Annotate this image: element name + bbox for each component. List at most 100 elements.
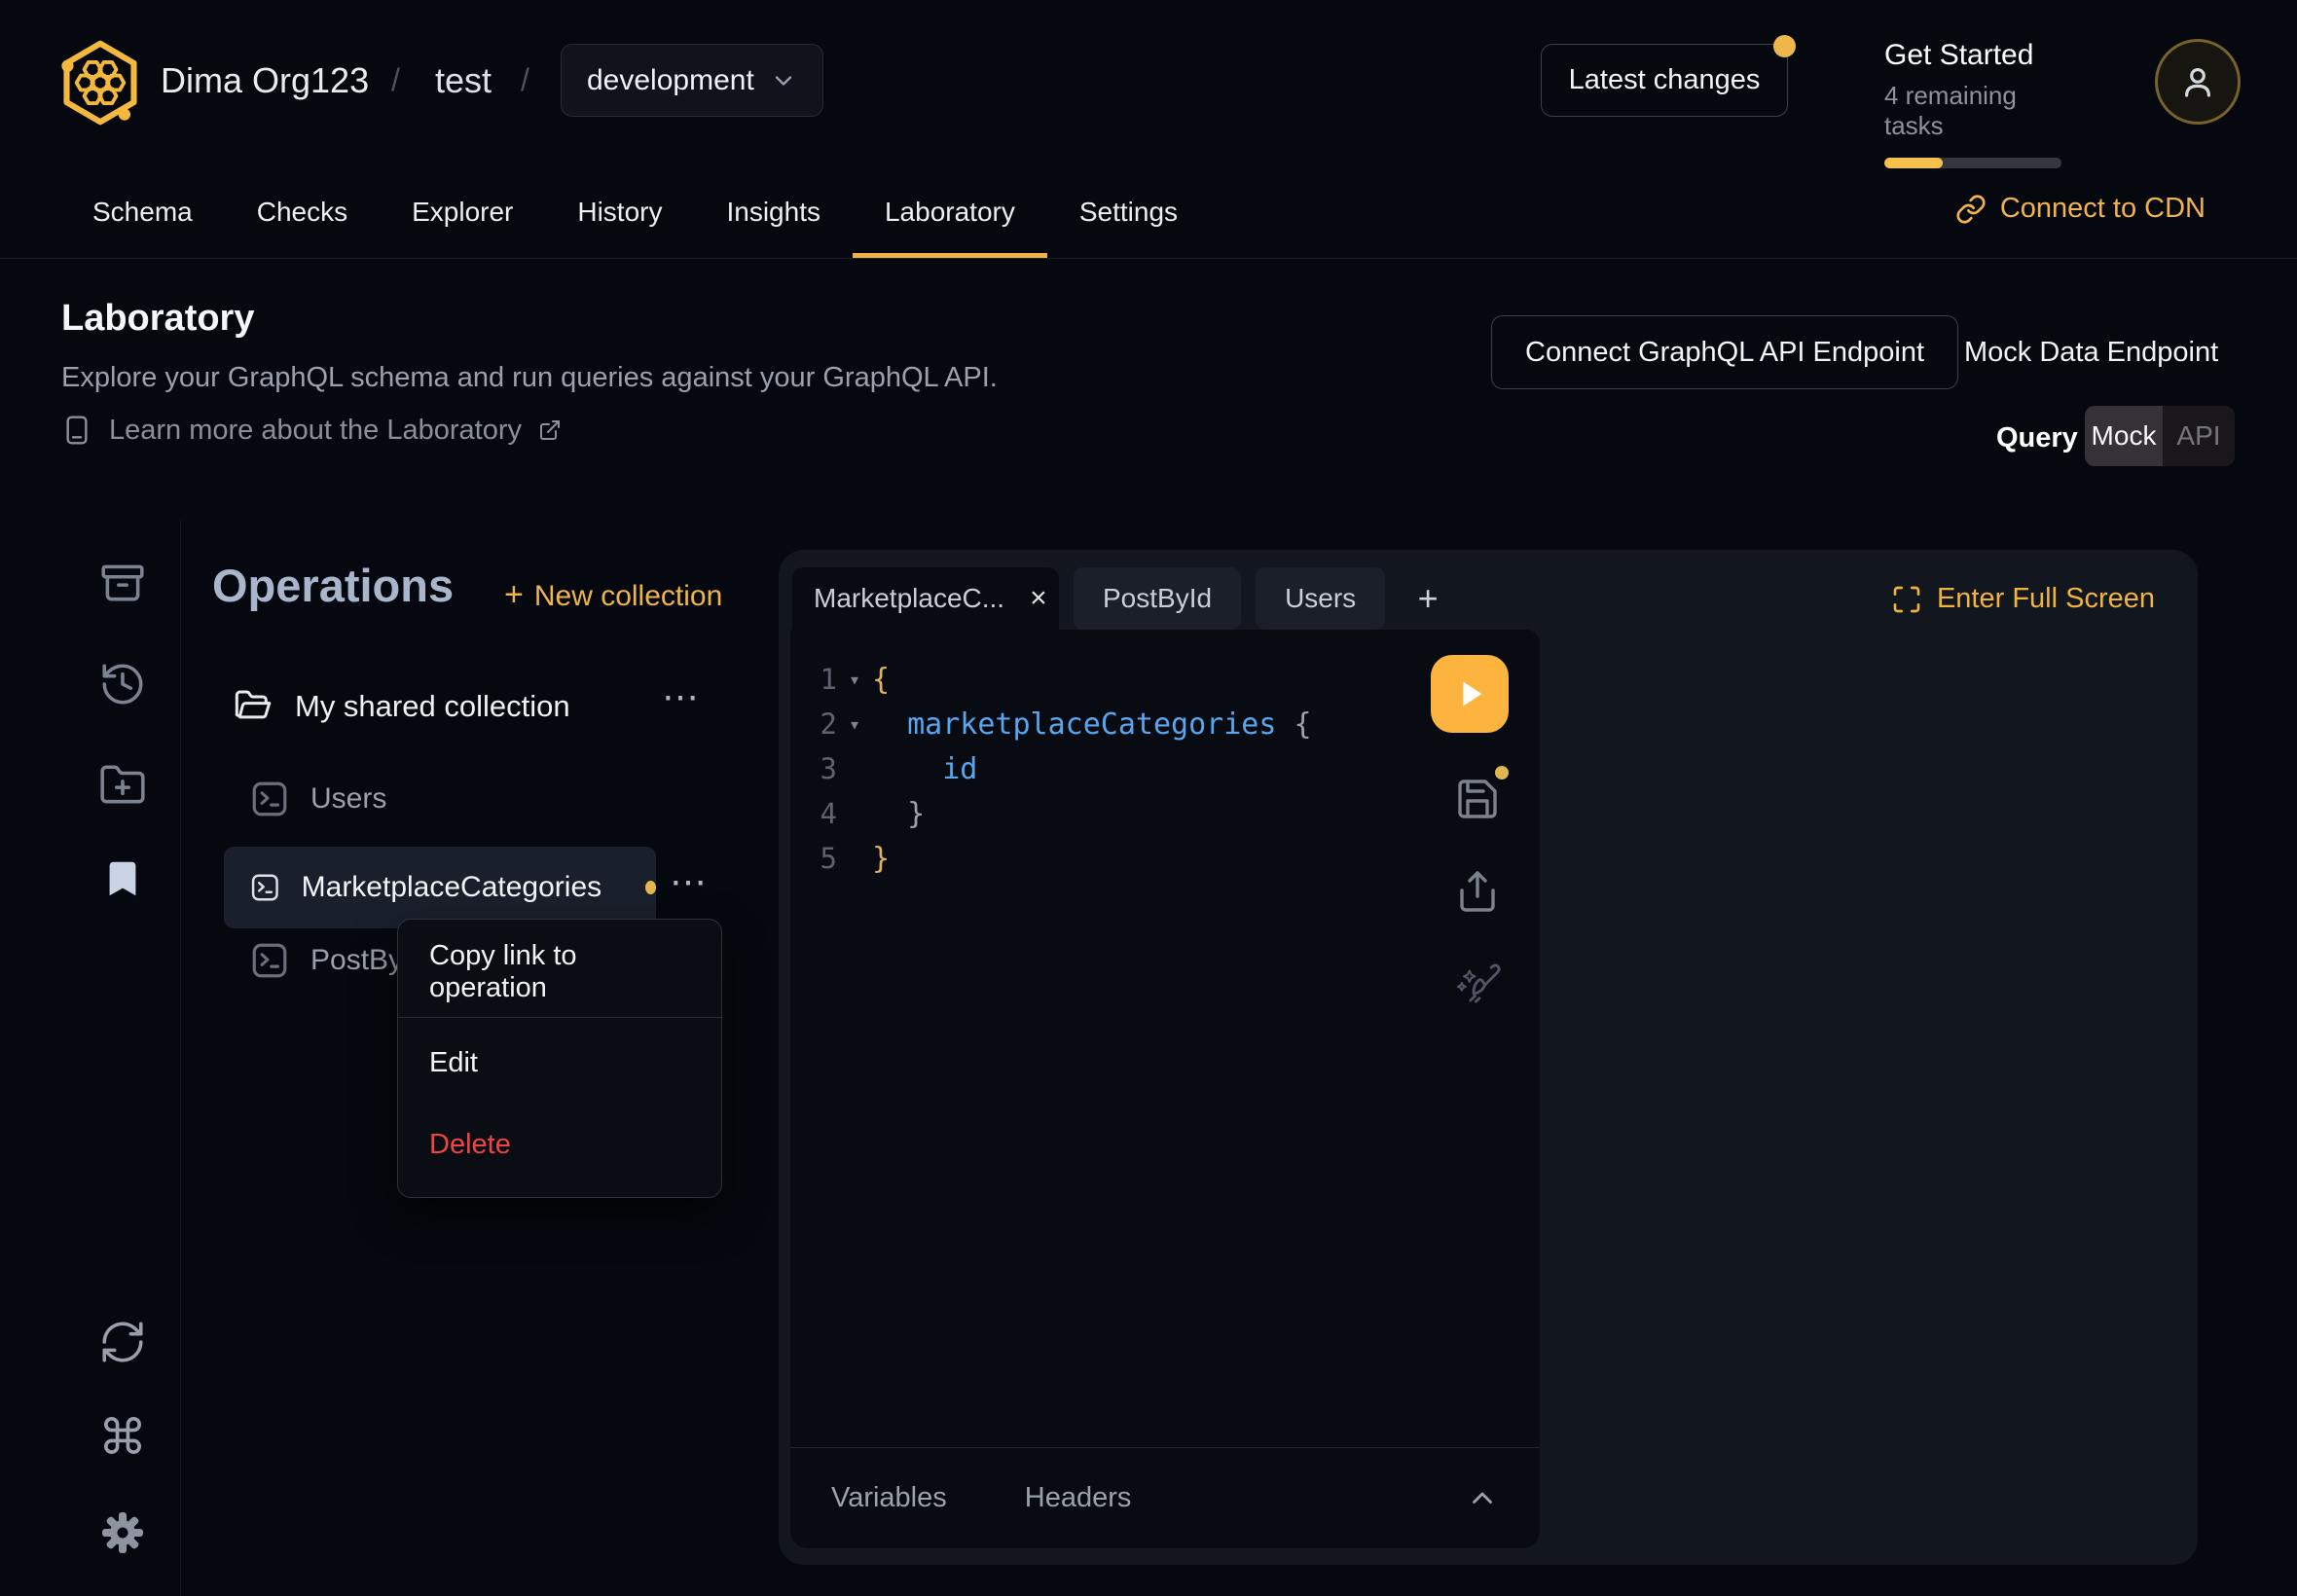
operation-overflow-menu[interactable]: ⋯: [670, 860, 710, 904]
broom-sparkles-icon: [1454, 957, 1507, 1009]
code-line: 3 id: [790, 746, 1540, 791]
code-area[interactable]: 1 ▾ { 2 ▾ marketplaceCategories { 3 id 4…: [790, 630, 1540, 881]
line-number: 1: [790, 663, 837, 696]
query-mode-api[interactable]: API: [2163, 406, 2235, 466]
latest-changes-label: Latest changes: [1569, 64, 1761, 96]
save-operation-button[interactable]: [1454, 776, 1501, 822]
plus-icon: +: [504, 576, 524, 614]
link-icon: [1955, 194, 1987, 225]
tab-settings[interactable]: Settings: [1047, 165, 1210, 258]
editor-tab-postbyid[interactable]: PostById: [1074, 567, 1241, 630]
terminal-square-icon: [249, 940, 290, 981]
enter-fullscreen-button[interactable]: Enter Full Screen: [1891, 583, 2155, 615]
get-started-subtitle: 4 remaining tasks: [1884, 81, 2069, 141]
menu-item-edit[interactable]: Edit: [398, 1022, 721, 1104]
fold-marker-icon[interactable]: ▾: [837, 668, 872, 691]
close-icon[interactable]: ×: [1030, 582, 1047, 615]
operation-item-marketplacecategories[interactable]: MarketplaceCategories: [224, 847, 656, 928]
code-token: }: [872, 797, 925, 831]
folder-open-icon: [232, 687, 274, 726]
fold-marker-icon[interactable]: ▾: [837, 712, 872, 736]
chevron-up-icon: [1466, 1482, 1499, 1515]
tab-schema[interactable]: Schema: [60, 165, 225, 258]
app-header: Dima Org123 / test / development Latest …: [0, 0, 2297, 165]
history-icon[interactable]: [96, 658, 149, 710]
operation-name: MarketplaceCategories: [302, 871, 602, 904]
line-number: 4: [790, 797, 837, 830]
mock-endpoint-button[interactable]: Mock Data Endpoint: [1964, 315, 2218, 389]
query-mode-mock[interactable]: Mock: [2085, 406, 2163, 466]
schema-archive-icon[interactable]: [96, 557, 149, 609]
breadcrumb-separator: /: [521, 62, 529, 98]
code-line: 2 ▾ marketplaceCategories {: [790, 702, 1540, 746]
variables-tab[interactable]: Variables: [831, 1482, 947, 1514]
laboratory-panel: MarketplaceC... × PostById Users + Enter…: [779, 550, 2198, 1565]
code-token: }: [872, 842, 890, 876]
breadcrumb-project[interactable]: test: [435, 60, 492, 101]
primary-nav: Schema Checks Explorer History Insights …: [0, 165, 2297, 259]
bookmark-collections-icon[interactable]: [96, 852, 149, 905]
breadcrumb-org[interactable]: Dima Org123: [161, 60, 369, 101]
tab-history[interactable]: History: [545, 165, 694, 258]
connect-to-cdn-link[interactable]: Connect to CDN: [1955, 193, 2206, 225]
headers-tab[interactable]: Headers: [1025, 1482, 1132, 1514]
tab-label: History: [577, 197, 662, 228]
folder-plus-icon[interactable]: [96, 759, 149, 812]
page-description: Explore your GraphQL schema and run quer…: [61, 362, 998, 394]
connect-endpoint-button[interactable]: Connect GraphQL API Endpoint: [1491, 315, 1958, 389]
upload-share-icon: [1454, 869, 1501, 916]
latest-changes-button[interactable]: Latest changes: [1541, 44, 1788, 117]
tab-label: Checks: [257, 197, 347, 228]
get-started-widget[interactable]: Get Started 4 remaining tasks: [1884, 39, 2069, 168]
code-line: 1 ▾ {: [790, 657, 1540, 702]
new-tab-button[interactable]: +: [1400, 567, 1456, 630]
terminal-square-icon: [249, 867, 281, 908]
target-selector-dropdown[interactable]: development: [561, 44, 823, 117]
enter-fullscreen-label: Enter Full Screen: [1937, 583, 2155, 615]
menu-item-copy-link[interactable]: Copy link to operation: [398, 931, 721, 1013]
tab-label: Settings: [1079, 197, 1178, 228]
play-icon: [1450, 674, 1489, 713]
collection-overflow-menu[interactable]: ⋯: [662, 675, 702, 719]
code-token: id: [872, 752, 977, 786]
tab-label: Explorer: [412, 197, 513, 228]
share-operation-button[interactable]: [1454, 869, 1501, 916]
person-icon: [2177, 61, 2218, 102]
query-mode-toggle[interactable]: Mock API: [2085, 406, 2235, 466]
run-query-button[interactable]: [1431, 655, 1509, 733]
code-token: {: [1276, 707, 1311, 742]
gear-icon[interactable]: [96, 1506, 149, 1559]
editor-tab-label: Users: [1285, 583, 1356, 614]
code-token: {: [872, 663, 890, 697]
terminal-square-icon: [249, 779, 290, 819]
menu-divider: [398, 1017, 721, 1018]
new-collection-button[interactable]: + New collection: [504, 576, 722, 614]
hive-logo-icon[interactable]: [55, 37, 145, 128]
collection-my-shared[interactable]: My shared collection: [232, 687, 570, 726]
user-avatar[interactable]: [2155, 39, 2241, 125]
query-editor[interactable]: 1 ▾ { 2 ▾ marketplaceCategories { 3 id 4…: [790, 630, 1540, 1548]
tab-checks[interactable]: Checks: [225, 165, 380, 258]
sync-icon[interactable]: [96, 1316, 149, 1368]
tab-insights[interactable]: Insights: [694, 165, 853, 258]
editor-tab-users[interactable]: Users: [1256, 567, 1385, 630]
tab-explorer[interactable]: Explorer: [380, 165, 545, 258]
editor-tabbar: MarketplaceC... × PostById Users +: [792, 567, 1456, 630]
learn-more-link[interactable]: Learn more about the Laboratory: [61, 413, 562, 448]
line-number: 3: [790, 752, 837, 785]
rail-divider: [180, 521, 181, 1596]
unsaved-changes-dot: [645, 881, 656, 894]
collapse-panel-button[interactable]: [1466, 1482, 1499, 1515]
tab-label: Insights: [726, 197, 820, 228]
operation-item-users[interactable]: Users: [249, 779, 386, 819]
tab-laboratory[interactable]: Laboratory: [853, 165, 1047, 258]
code-line: 4 }: [790, 791, 1540, 836]
mock-endpoint-label: Mock Data Endpoint: [1964, 337, 2218, 369]
menu-item-delete[interactable]: Delete: [398, 1104, 721, 1185]
prettify-button[interactable]: [1454, 957, 1507, 1009]
editor-tab-label: MarketplaceC...: [814, 583, 1004, 614]
editor-tab-marketplacecategories[interactable]: MarketplaceC... ×: [792, 567, 1059, 630]
tab-label: Laboratory: [885, 197, 1015, 228]
operation-context-menu: Copy link to operation Edit Delete: [397, 919, 722, 1198]
command-shortcuts-icon[interactable]: ⌘: [96, 1411, 149, 1464]
